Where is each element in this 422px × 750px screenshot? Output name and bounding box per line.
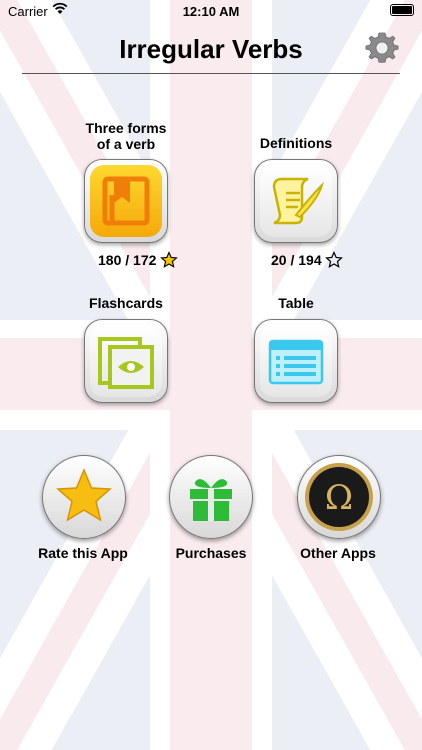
mode-table[interactable]: Table <box>240 295 352 407</box>
three-forms-button[interactable] <box>84 159 168 243</box>
rate-app-label[interactable]: Rate this App <box>22 545 144 561</box>
clock: 12:10 AM <box>182 4 240 19</box>
table-label: Table <box>278 295 314 311</box>
header-divider <box>22 73 400 74</box>
three-forms-label-line2: of a verb <box>96 136 156 152</box>
three-forms-count: 180 / 172 <box>98 252 156 268</box>
battery-icon <box>390 4 414 16</box>
other-apps-button[interactable]: Ω <box>297 455 381 539</box>
table-button[interactable] <box>254 319 338 403</box>
definitions-label: Definitions <box>259 135 333 151</box>
table-list-icon <box>268 339 324 385</box>
scroll-quill-icon <box>272 177 325 225</box>
page-title: Irregular Verbs <box>119 34 303 64</box>
definitions-count-text: 20 / 194 <box>271 252 322 268</box>
rate-app-button[interactable] <box>42 455 126 539</box>
header: Irregular Verbs <box>0 22 422 74</box>
purchases-button[interactable] <box>169 455 253 539</box>
status-bar: Carrier 12:10 AM <box>0 0 422 22</box>
gear-icon[interactable] <box>364 30 400 66</box>
three-forms-count-text: 180 / 172 <box>98 252 157 268</box>
flashcards-eye-icon <box>98 337 154 389</box>
definitions-button[interactable] <box>254 159 338 243</box>
gift-icon <box>190 479 232 521</box>
star-filled-icon <box>160 251 178 268</box>
book-icon <box>102 176 150 226</box>
svg-text:Ω: Ω <box>325 478 353 518</box>
definitions-count: 20 / 194 <box>271 252 322 268</box>
flashcards-label: Flashcards <box>89 295 163 311</box>
star-icon <box>56 468 112 522</box>
omega-icon: Ω <box>305 463 373 531</box>
other-apps-label[interactable]: Other Apps <box>277 545 399 561</box>
mode-flashcards[interactable]: Flashcards <box>70 295 182 407</box>
star-outline-icon <box>325 251 343 268</box>
three-forms-label-line1: Three forms <box>85 120 167 136</box>
purchases-label[interactable]: Purchases <box>150 545 272 561</box>
flashcards-button[interactable] <box>84 319 168 403</box>
union-jack-background <box>0 0 422 750</box>
